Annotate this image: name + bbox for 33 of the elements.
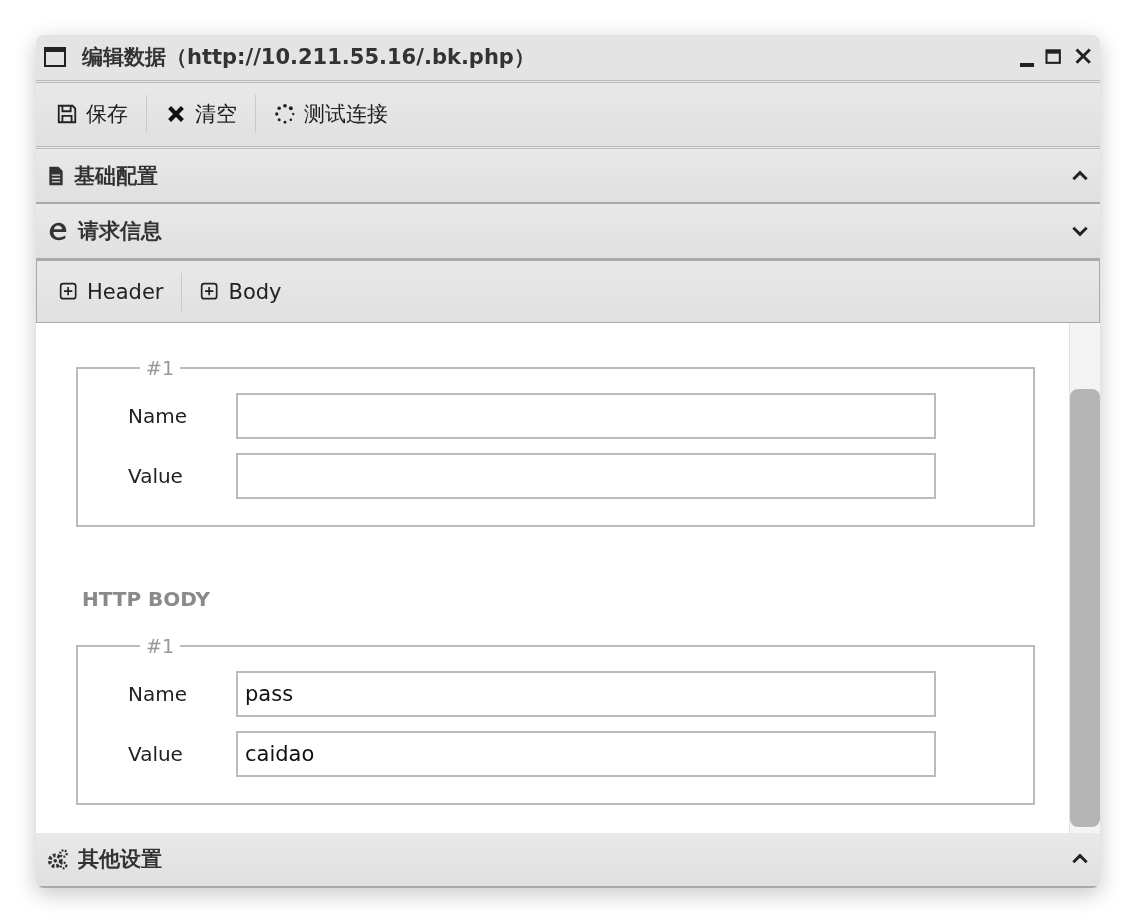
input-field[interactable]: pass [236, 671, 936, 718]
panel-header[interactable]: 其他设置 [36, 832, 1100, 888]
field-label: Value [128, 742, 184, 767]
add-button[interactable]: Header [51, 273, 172, 310]
toolbar-button[interactable]: 清空 [157, 94, 245, 135]
panel-title: 其他设置 [78, 846, 163, 874]
input-field[interactable] [236, 453, 936, 500]
toolbar-button[interactable]: 保存 [48, 94, 136, 135]
input-field[interactable] [236, 393, 936, 440]
plus-square-icon [200, 281, 221, 302]
field-label: Name [128, 682, 188, 707]
add-button[interactable]: Body [192, 273, 290, 310]
gears-icon [46, 848, 70, 871]
spinner-icon [274, 103, 296, 126]
scroll-thumb[interactable] [1070, 389, 1100, 827]
group-legend: #1 [140, 635, 180, 658]
minimize-icon [1020, 63, 1034, 68]
toolbar-button[interactable]: 测试连接 [266, 94, 396, 135]
window-title: 编辑数据（http://10.211.55.16/.bk.php） [82, 44, 536, 72]
plus-square-icon [59, 281, 79, 302]
panel-title: 基础配置 [74, 162, 159, 190]
field-label: Value [128, 464, 184, 489]
window-icon [42, 45, 68, 70]
scrollbar[interactable] [1069, 323, 1100, 833]
input-field[interactable]: caidao [236, 731, 936, 778]
panel-header[interactable]: 基础配置 [36, 148, 1100, 205]
panel-header[interactable]: 请求信息 [36, 204, 1100, 260]
panel-title: 请求信息 [78, 218, 163, 246]
group-legend: #1 [140, 357, 180, 380]
section-heading: HTTP BODY [82, 587, 211, 612]
document-icon [46, 164, 66, 187]
save-icon [56, 103, 78, 126]
field-label: Name [128, 404, 188, 429]
